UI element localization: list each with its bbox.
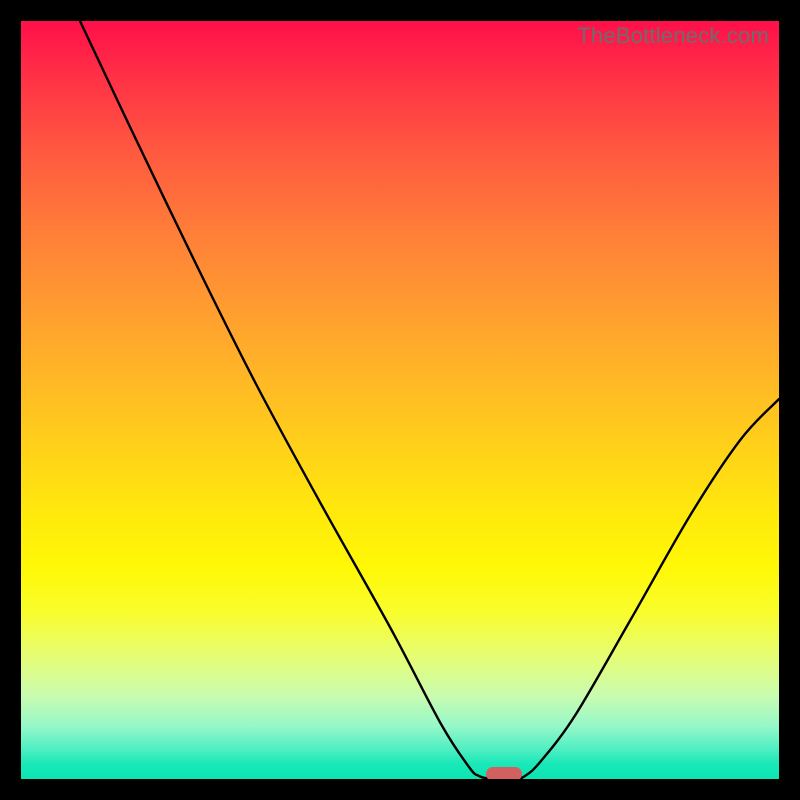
bottleneck-curve xyxy=(21,21,779,779)
plot-area: TheBottleneck.com xyxy=(21,21,779,779)
optimum-marker xyxy=(486,767,522,779)
chart-frame: TheBottleneck.com xyxy=(0,0,800,800)
